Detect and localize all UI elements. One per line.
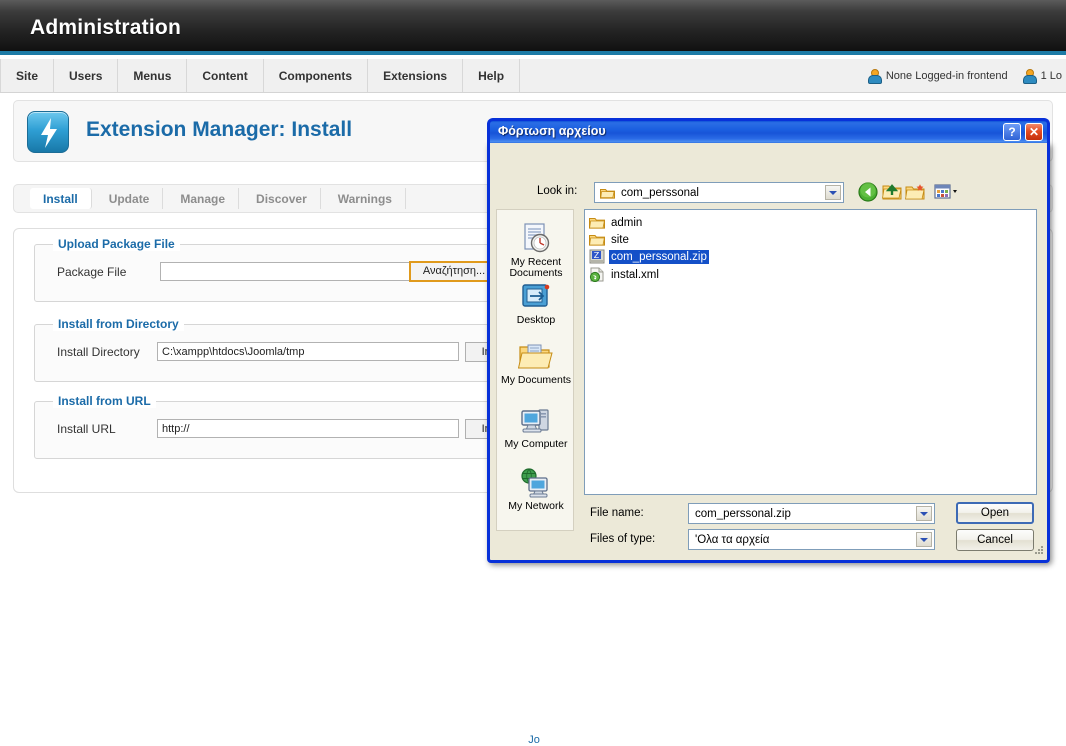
dialog-body: Look in: com_perssonal My Recent Documen…: [490, 143, 1047, 557]
frontend-users-status[interactable]: None Logged-in frontend: [867, 68, 1008, 84]
menu-item-extensions[interactable]: Extensions: [368, 59, 464, 92]
page-footer: Jo: [528, 734, 540, 746]
place-my-recent-documents[interactable]: My Recent Documents: [497, 222, 575, 279]
install-directory-input[interactable]: [157, 342, 459, 361]
file-name: site: [611, 233, 629, 246]
chevron-down-icon[interactable]: [916, 532, 932, 547]
menu-item-users[interactable]: Users: [54, 59, 119, 92]
close-icon[interactable]: ✕: [1025, 123, 1043, 141]
tab-manage[interactable]: Manage: [167, 188, 240, 209]
menu-item-help[interactable]: Help: [463, 59, 521, 92]
page-title: Extension Manager: Install: [86, 118, 353, 141]
resize-grip-icon[interactable]: [1033, 544, 1045, 556]
menu-item-site[interactable]: Site: [0, 59, 55, 92]
files-of-type-label: Files of type:: [590, 533, 656, 545]
install-directory-label: Install Directory: [57, 345, 140, 359]
user-icon: [1022, 68, 1037, 84]
new-folder-icon[interactable]: [905, 181, 927, 203]
package-file-label: Package File: [57, 265, 127, 279]
file-name: com_perssonal.zip: [609, 249, 709, 264]
file-list-item[interactable]: site: [589, 231, 631, 248]
frontend-users-label: None Logged-in frontend: [885, 69, 1008, 82]
look-in-value: com_perssonal: [621, 187, 699, 199]
tab-install[interactable]: Install: [30, 188, 92, 209]
menu-item-components[interactable]: Components: [264, 59, 369, 92]
file-list-item-selected[interactable]: Z com_perssonal.zip: [589, 248, 709, 265]
file-name-label: File name:: [590, 507, 644, 519]
file-list-item[interactable]: admin: [589, 214, 644, 231]
back-icon[interactable]: [857, 181, 879, 203]
desktop-icon: [522, 284, 550, 307]
package-file-input[interactable]: [160, 262, 420, 281]
main-menu: Site Users Menus Content Components Exte…: [0, 59, 521, 92]
place-label: My Recent Documents: [509, 256, 563, 279]
places-bar: My Recent Documents Desktop My Documents…: [496, 209, 574, 531]
place-label: My Computer: [504, 438, 568, 450]
file-list[interactable]: admin site Z com_perssonal.zip instal.xm…: [584, 209, 1037, 495]
admin-header: Administration: [0, 0, 1066, 55]
status-user-box: None Logged-in frontend 1 Lo: [867, 59, 1066, 92]
backend-users-status[interactable]: 1 Lo: [1022, 68, 1062, 84]
tab-discover[interactable]: Discover: [243, 188, 321, 209]
up-one-level-icon[interactable]: [881, 181, 903, 203]
my-network-icon: [521, 468, 548, 498]
xml-file-icon: [589, 267, 604, 282]
place-desktop[interactable]: Desktop: [497, 282, 575, 326]
file-name-combobox[interactable]: com_perssonal.zip: [688, 503, 935, 524]
help-icon[interactable]: ?: [1003, 123, 1021, 141]
look-in-combobox[interactable]: com_perssonal: [594, 182, 844, 203]
menu-item-menus[interactable]: Menus: [118, 59, 188, 92]
dialog-title: Φόρτωση αρχείου: [498, 124, 606, 138]
views-icon[interactable]: [933, 181, 957, 203]
install-url-legend: Install from URL: [53, 394, 156, 408]
user-icon: [867, 68, 882, 84]
dialog-titlebar[interactable]: Φόρτωση αρχείου ? ✕: [487, 118, 1050, 143]
files-of-type-combobox[interactable]: 'Ολα τα αρχεία: [688, 529, 935, 550]
upload-package-legend: Upload Package File: [53, 237, 180, 251]
browse-button[interactable]: Αναζήτηση...: [409, 261, 499, 282]
tab-warnings[interactable]: Warnings: [325, 188, 406, 209]
zip-file-icon: Z: [589, 249, 605, 264]
svg-text:Z: Z: [594, 251, 600, 260]
my-documents-icon: [518, 344, 553, 369]
file-upload-dialog: Φόρτωση αρχείου ? ✕ Look in: com_persson…: [487, 118, 1050, 563]
recent-documents-icon: [524, 223, 550, 253]
admin-menubar: Site Users Menus Content Components Exte…: [0, 59, 1066, 93]
lightning-bolt-icon: [27, 111, 69, 153]
file-name: instal.xml: [611, 268, 659, 281]
chevron-down-icon[interactable]: [916, 506, 932, 521]
folder-icon: [600, 189, 615, 199]
place-label: Desktop: [516, 314, 556, 326]
header-title: Administration: [30, 16, 181, 39]
cancel-button[interactable]: Cancel: [956, 529, 1034, 551]
my-computer-icon: [521, 409, 549, 433]
file-name-value: com_perssonal.zip: [695, 508, 791, 520]
menu-item-content[interactable]: Content: [187, 59, 264, 92]
folder-icon: [589, 218, 605, 229]
install-url-input[interactable]: [157, 419, 459, 438]
place-my-computer[interactable]: My Computer: [497, 406, 575, 450]
tab-update[interactable]: Update: [96, 188, 164, 209]
place-label: My Documents: [500, 374, 572, 386]
file-list-item[interactable]: instal.xml: [589, 266, 661, 283]
file-name: admin: [611, 216, 643, 229]
place-my-network[interactable]: My Network: [497, 468, 575, 512]
backend-users-label: 1 Lo: [1040, 69, 1062, 82]
install-directory-legend: Install from Directory: [53, 317, 184, 331]
look-in-label: Look in:: [537, 185, 578, 197]
chevron-down-icon[interactable]: [825, 185, 841, 200]
folder-icon: [589, 235, 605, 246]
install-url-label: Install URL: [57, 422, 116, 436]
open-button[interactable]: Open: [956, 502, 1034, 524]
place-my-documents[interactable]: My Documents: [497, 342, 575, 386]
files-of-type-value: 'Ολα τα αρχεία: [695, 534, 770, 546]
place-label: My Network: [508, 500, 564, 512]
